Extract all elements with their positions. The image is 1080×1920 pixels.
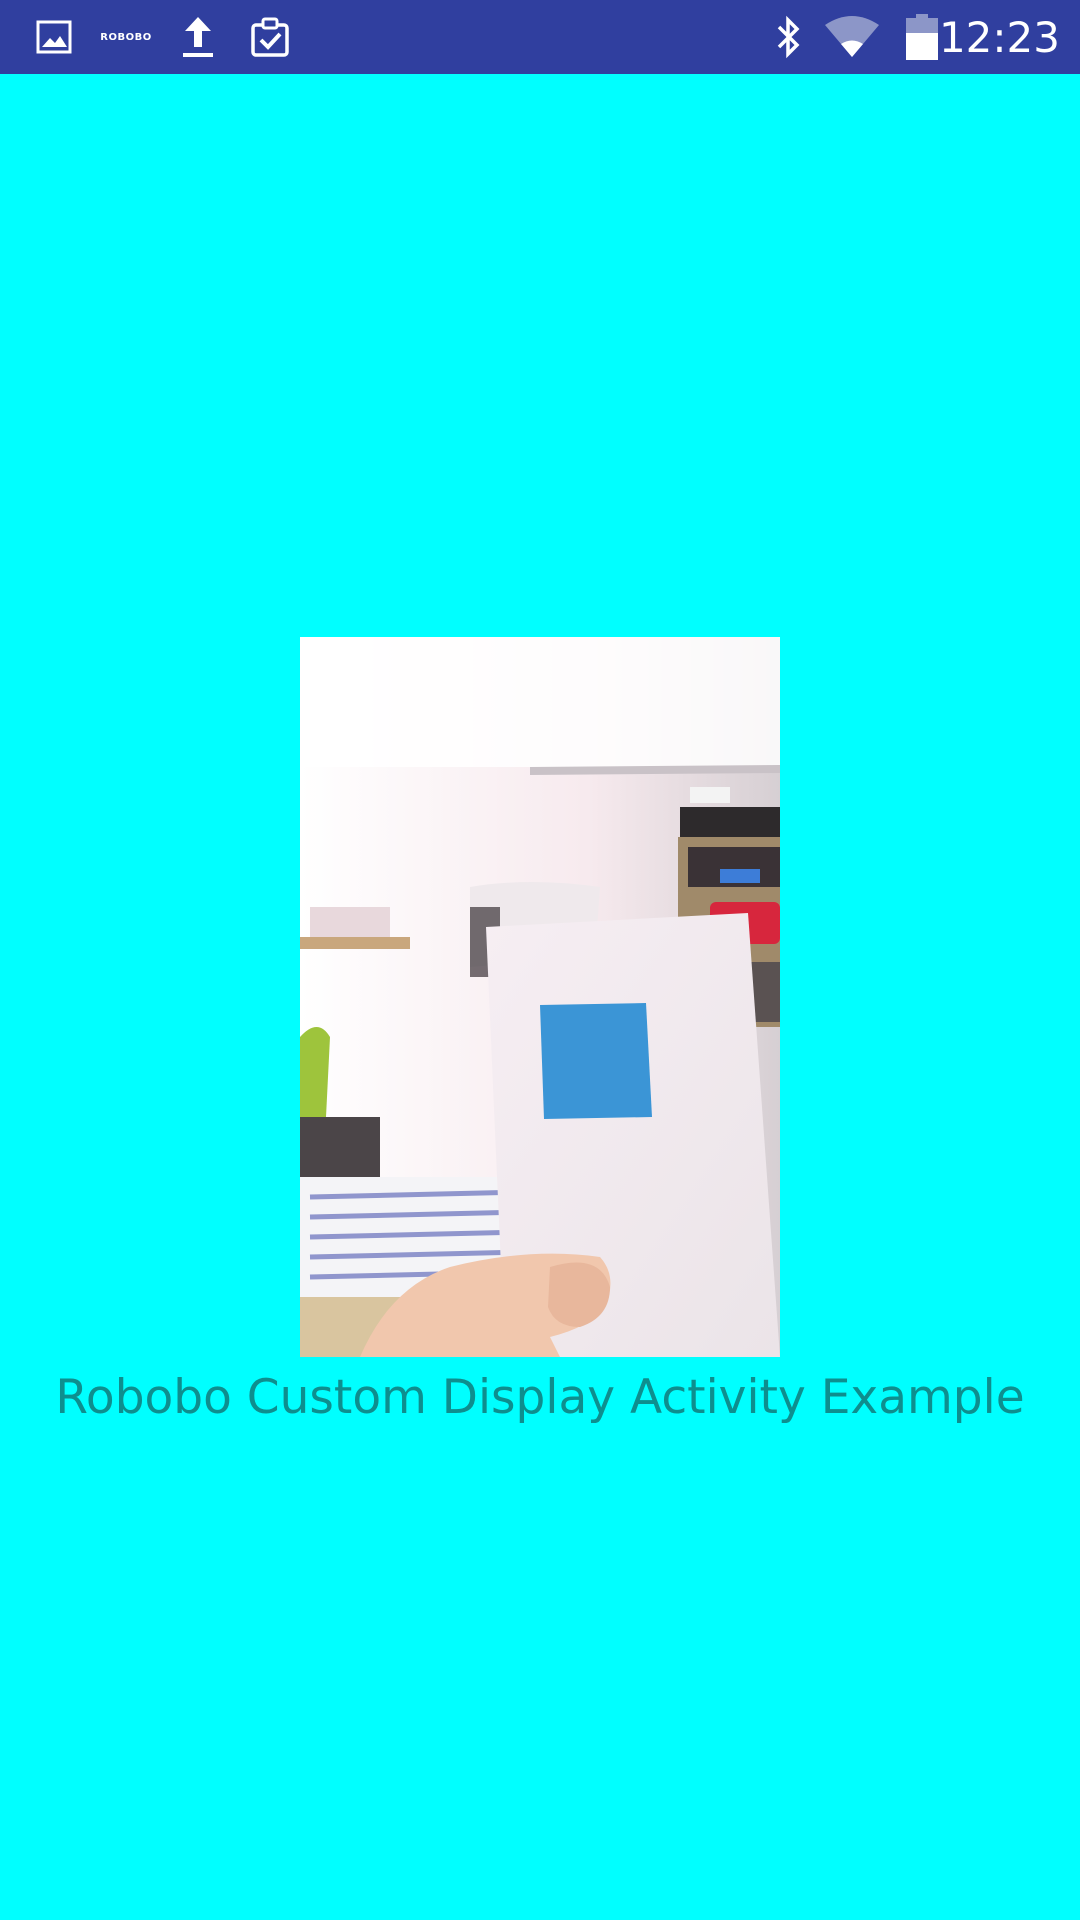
robobo-logo: ROBOBO bbox=[100, 31, 152, 43]
activity-caption: Robobo Custom Display Activity Example bbox=[55, 1370, 1025, 1425]
wifi-icon bbox=[822, 0, 882, 74]
status-time: 12:23 bbox=[938, 13, 1060, 62]
status-bar: ROBOBO 12:23 bbox=[0, 0, 1080, 74]
image-icon bbox=[34, 0, 74, 74]
camera-preview bbox=[300, 637, 780, 1357]
battery-icon bbox=[900, 0, 944, 74]
bluetooth-icon bbox=[766, 0, 810, 74]
clipboard-check-icon bbox=[246, 0, 294, 74]
camera-frame bbox=[300, 637, 780, 1357]
upload-icon bbox=[178, 0, 218, 74]
